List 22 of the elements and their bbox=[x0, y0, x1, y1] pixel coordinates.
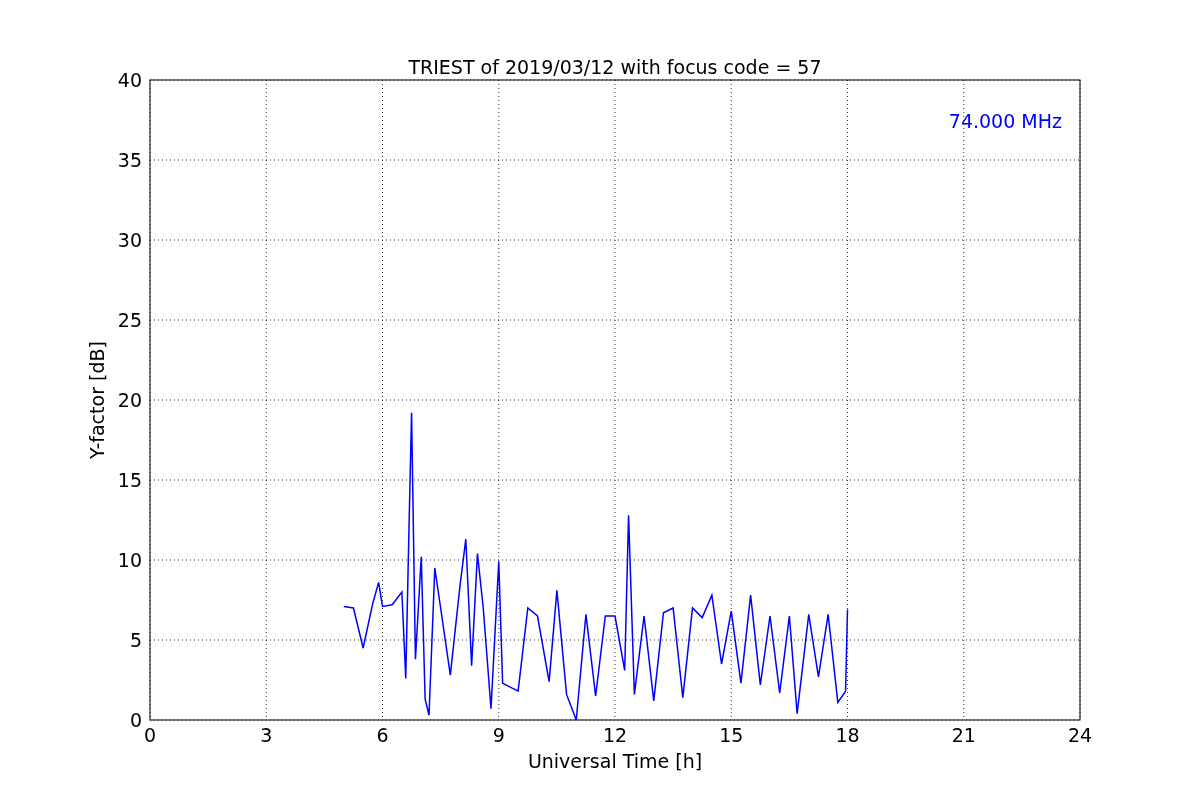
y-tick-label: 20 bbox=[117, 389, 142, 411]
x-tick-label: 15 bbox=[719, 724, 744, 746]
y-tick-label: 15 bbox=[117, 469, 142, 491]
y-tick-label: 40 bbox=[117, 69, 142, 91]
y-tick-label: 25 bbox=[117, 309, 142, 331]
x-tick-label: 21 bbox=[951, 724, 976, 746]
x-tick-label: 3 bbox=[260, 724, 273, 746]
frequency-annotation: 74.000 MHz bbox=[948, 110, 1062, 132]
y-axis-label: Y-factor [dB] bbox=[86, 341, 108, 459]
x-tick-label: 6 bbox=[376, 724, 389, 746]
y-tick-label: 35 bbox=[117, 149, 142, 171]
y-tick-label: 0 bbox=[129, 709, 142, 731]
x-axis-label: Universal Time [h] bbox=[527, 750, 703, 772]
x-tick-label: 18 bbox=[835, 724, 860, 746]
y-tick-label: 30 bbox=[117, 229, 142, 251]
x-tick-label: 24 bbox=[1067, 724, 1093, 746]
x-tick-label: 12 bbox=[602, 724, 628, 746]
y-tick-label: 5 bbox=[129, 629, 142, 651]
chart-title: TRIEST of 2019/03/12 with focus code = 57 bbox=[408, 56, 822, 78]
y-tick-label: 10 bbox=[117, 549, 142, 571]
x-tick-label: 0 bbox=[143, 724, 157, 746]
x-tick-label: 9 bbox=[492, 724, 505, 746]
